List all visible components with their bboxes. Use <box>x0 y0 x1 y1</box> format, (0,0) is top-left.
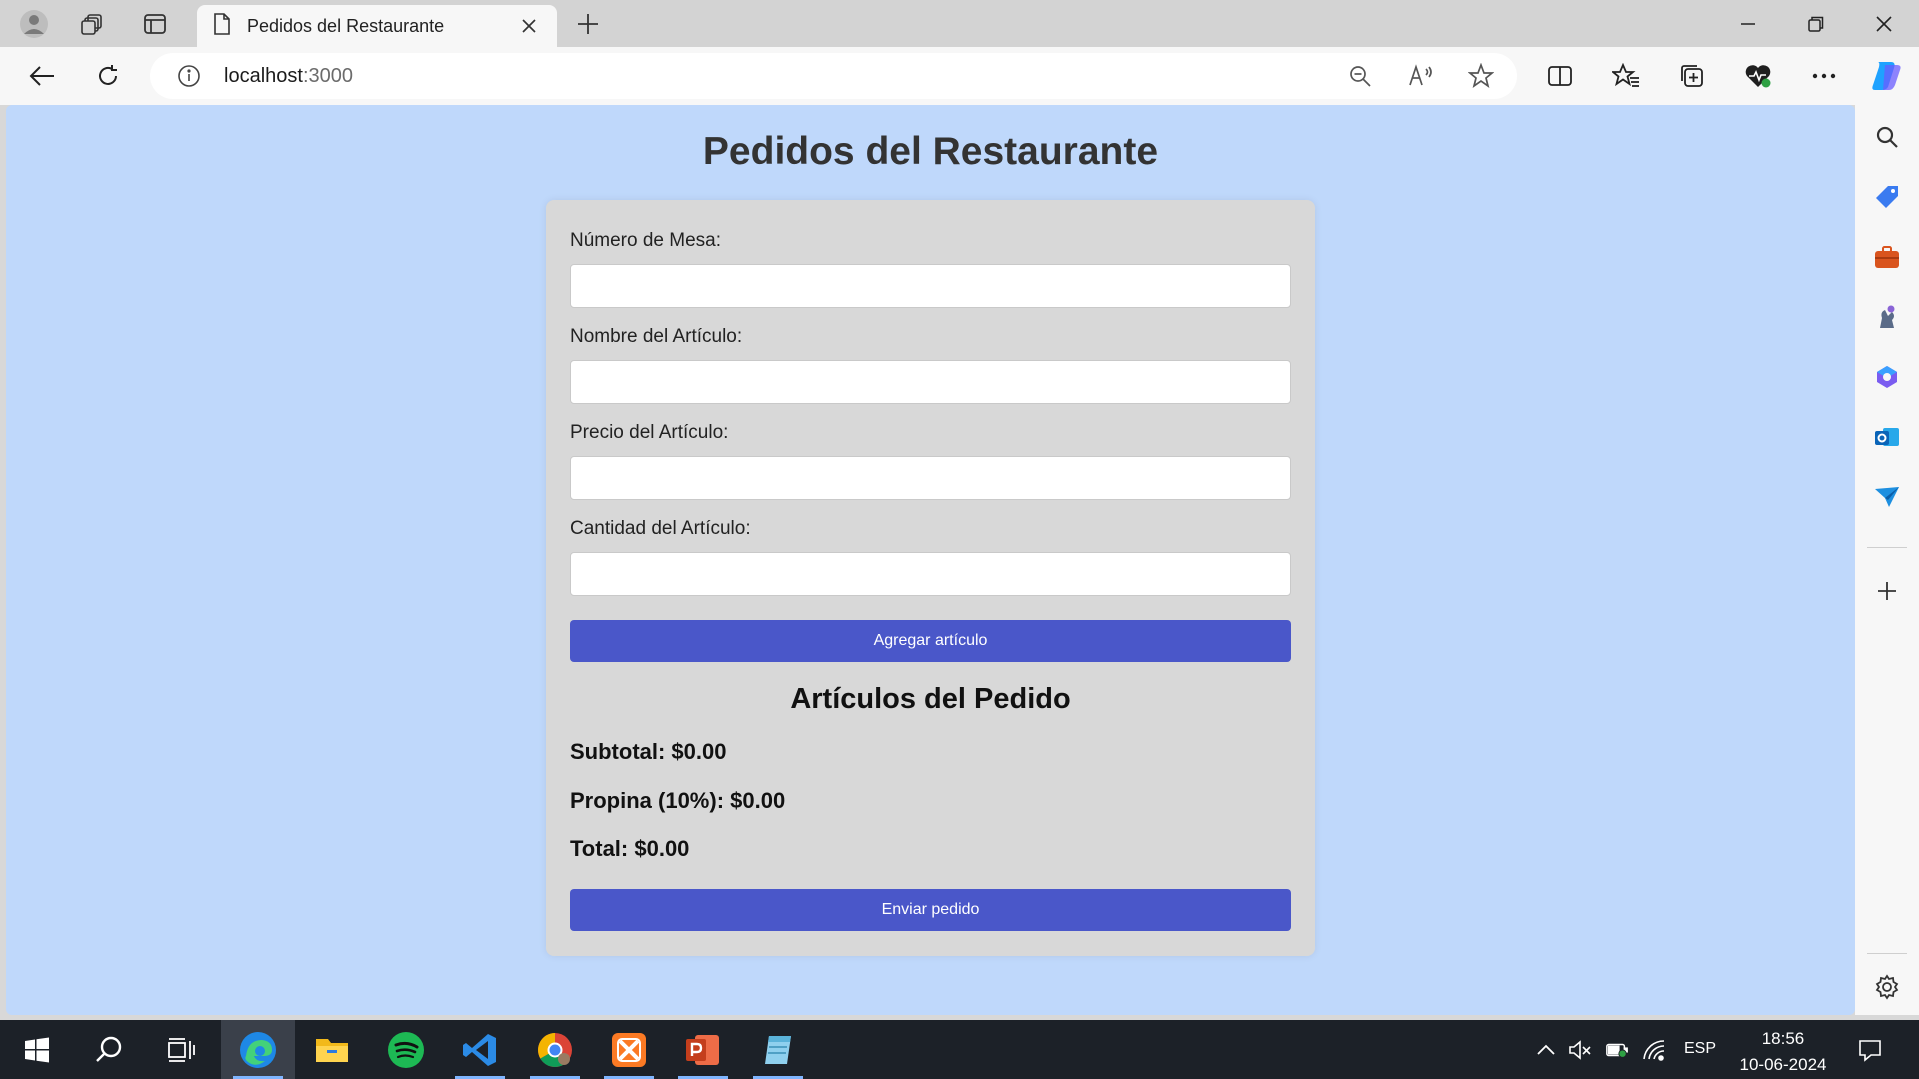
sidebar-divider <box>1867 547 1907 548</box>
copilot-icon[interactable] <box>1868 58 1904 94</box>
table-number-label: Número de Mesa: <box>570 230 722 251</box>
xampp-icon[interactable] <box>592 1020 666 1079</box>
collections-icon[interactable] <box>1674 58 1710 94</box>
table-number-input[interactable] <box>570 264 1291 308</box>
task-view-icon[interactable] <box>144 1020 218 1079</box>
battery-charging-icon[interactable] <box>1605 1038 1629 1062</box>
minimize-icon[interactable] <box>1715 0 1781 47</box>
windows-taskbar: ESP 18:56 10-06-2024 <box>0 1020 1919 1079</box>
tab-strip: Pedidos del Restaurante <box>0 0 1919 47</box>
add-item-button[interactable]: Agregar artículo <box>570 620 1291 662</box>
taskbar-clock[interactable]: 18:56 10-06-2024 <box>1733 1026 1833 1078</box>
submit-order-button[interactable]: Enviar pedido <box>570 889 1291 931</box>
vscode-icon[interactable] <box>443 1020 517 1079</box>
page-icon <box>213 12 231 40</box>
notifications-icon[interactable] <box>1858 1038 1882 1062</box>
item-quantity-input[interactable] <box>570 552 1291 596</box>
chrome-icon[interactable] <box>518 1020 592 1079</box>
address-bar[interactable]: localhost:3000 <box>150 53 1517 99</box>
zoom-out-icon[interactable] <box>1345 61 1375 91</box>
order-form-card: Número de Mesa: Nombre del Artículo: Pre… <box>546 200 1315 956</box>
sidebar-settings-gear-icon[interactable] <box>1871 971 1903 1003</box>
powerpoint-icon[interactable] <box>666 1020 740 1079</box>
tab-title: Pedidos del Restaurante <box>247 15 445 36</box>
sidebar-divider <box>1867 953 1907 954</box>
order-items-title: Artículos del Pedido <box>790 683 1071 715</box>
close-tab-icon[interactable] <box>517 14 541 38</box>
more-options-icon[interactable] <box>1806 58 1842 94</box>
browser-toolbar: localhost:3000 <box>0 47 1919 105</box>
refresh-icon[interactable] <box>90 58 126 94</box>
taskbar-search-icon[interactable] <box>72 1020 146 1079</box>
subtotal-text: Subtotal: $0.00 <box>570 739 727 764</box>
taskbar-edge-icon[interactable] <box>221 1020 295 1079</box>
url-text[interactable]: localhost:3000 <box>224 65 353 88</box>
notepad-app-icon[interactable] <box>741 1020 815 1079</box>
volume-muted-icon[interactable] <box>1568 1038 1592 1062</box>
page-title: Pedidos del Restaurante <box>702 130 1159 173</box>
url-host: localhost <box>224 65 303 87</box>
item-price-label: Precio del Artículo: <box>570 422 729 443</box>
url-port: :3000 <box>302 65 353 87</box>
read-aloud-icon[interactable] <box>1406 61 1436 91</box>
spotify-icon[interactable] <box>369 1020 443 1079</box>
active-tab[interactable]: Pedidos del Restaurante <box>197 5 557 47</box>
total-text: Total: $0.00 <box>570 836 690 861</box>
tools-briefcase-icon[interactable] <box>1871 241 1903 273</box>
favorites-icon[interactable] <box>1608 58 1644 94</box>
wifi-icon[interactable] <box>1642 1038 1666 1062</box>
profile-icon[interactable] <box>16 6 52 42</box>
back-icon[interactable] <box>24 58 60 94</box>
page-viewport: Pedidos del Restaurante Número de Mesa: … <box>6 105 1855 1015</box>
item-name-input[interactable] <box>570 360 1291 404</box>
microsoft-365-icon[interactable] <box>1871 361 1903 393</box>
tip-text: Propina (10%): $0.00 <box>570 788 786 813</box>
workspaces-icon[interactable] <box>74 6 110 42</box>
browser-essentials-icon[interactable] <box>1740 58 1776 94</box>
clock-time: 18:56 <box>1761 1029 1805 1048</box>
shopping-tag-icon[interactable] <box>1871 181 1903 213</box>
show-hidden-icons-chevron-icon[interactable] <box>1534 1038 1558 1062</box>
favorite-star-icon[interactable] <box>1466 61 1496 91</box>
add-sidebar-app-icon[interactable] <box>1871 575 1903 607</box>
input-language-indicator[interactable]: ESP <box>1684 1040 1716 1058</box>
file-explorer-icon[interactable] <box>295 1020 369 1079</box>
drop-send-icon[interactable] <box>1871 481 1903 513</box>
search-icon[interactable] <box>1871 121 1903 153</box>
item-price-input[interactable] <box>570 456 1291 500</box>
site-info-icon[interactable] <box>174 61 204 91</box>
clock-date: 10-06-2024 <box>1739 1055 1827 1074</box>
restore-icon[interactable] <box>1783 0 1849 47</box>
outlook-icon[interactable] <box>1871 421 1903 453</box>
games-icon[interactable] <box>1871 301 1903 333</box>
vertical-tabs-icon[interactable] <box>137 6 173 42</box>
item-name-label: Nombre del Artículo: <box>570 326 743 347</box>
item-quantity-label: Cantidad del Artículo: <box>570 518 751 539</box>
windows-start-icon[interactable] <box>0 1020 74 1079</box>
close-window-icon[interactable] <box>1851 0 1917 47</box>
new-tab-icon[interactable] <box>570 6 606 42</box>
split-screen-icon[interactable] <box>1542 58 1578 94</box>
edge-sidebar <box>1855 105 1919 1015</box>
